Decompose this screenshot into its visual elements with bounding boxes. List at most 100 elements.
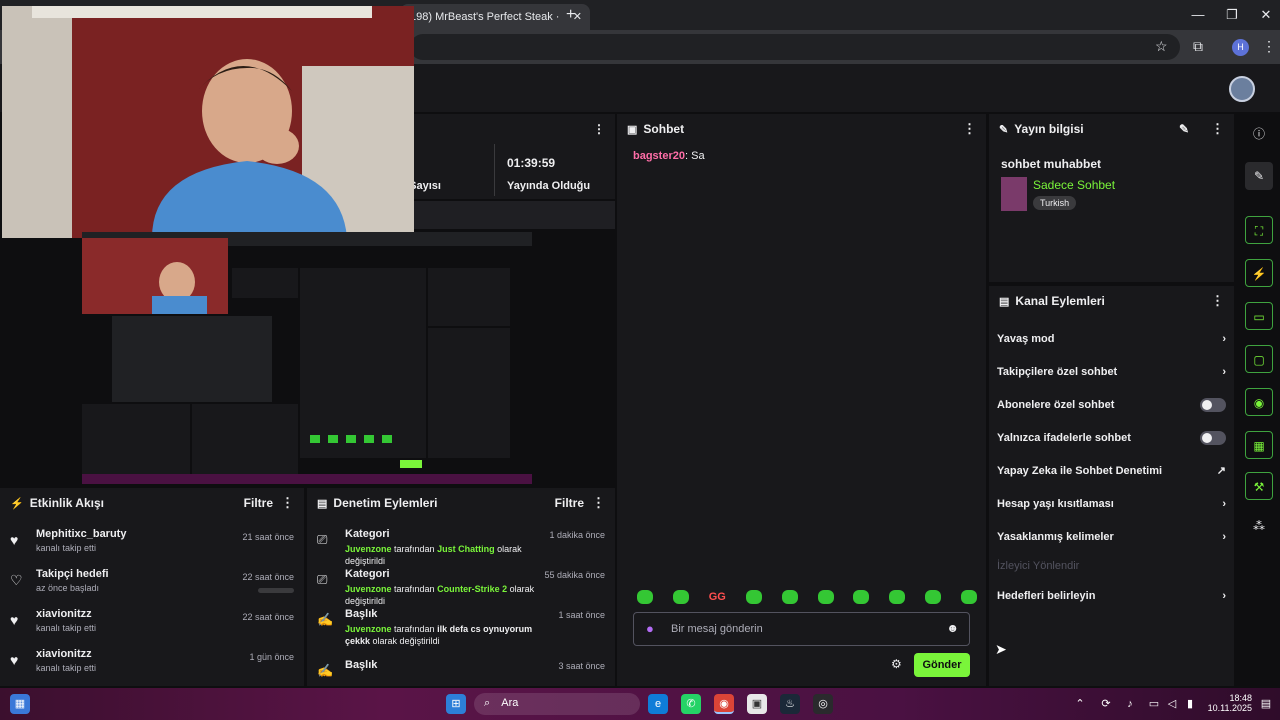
- browser-menu-icon[interactable]: ⋮: [1262, 38, 1276, 55]
- profile-avatar[interactable]: H: [1232, 39, 1249, 56]
- edit-pencil-icon[interactable]: ✎: [1179, 122, 1189, 136]
- action-subscribers-only[interactable]: Abonelere özel sohbet: [989, 388, 1234, 421]
- maximize-button[interactable]: ❐: [1222, 7, 1242, 23]
- mod-user[interactable]: Juvenzone: [345, 624, 392, 634]
- lightning-icon: ⚡: [10, 497, 24, 510]
- obs-icon[interactable]: ◎: [813, 694, 833, 714]
- mod-menu-icon[interactable]: ⋮: [584, 495, 605, 511]
- mod-header: ▤ Denetim Eylemleri Filtre ⋮: [307, 488, 615, 518]
- activity-time: 22 saat önce: [242, 572, 294, 582]
- mod-filter-button[interactable]: Filtre: [555, 496, 584, 510]
- heart-icon: ♥: [10, 612, 19, 628]
- emote-icon[interactable]: [817, 590, 834, 604]
- emote-icon[interactable]: [672, 590, 689, 604]
- action-account-age[interactable]: Hesap yaşı kısıtlaması ›: [989, 487, 1234, 520]
- action-raid: İzleyici Yönlendir: [989, 553, 1234, 579]
- stats-menu-icon[interactable]: ⋮: [593, 122, 605, 136]
- activity-filter-button[interactable]: Filtre: [244, 496, 273, 510]
- emote-icon[interactable]: [961, 590, 977, 604]
- mod-user[interactable]: Juvenzone: [345, 584, 392, 594]
- subscribers-only-toggle[interactable]: [1200, 397, 1226, 412]
- browser-tab[interactable]: 198) MrBeast's Perfect Steak · ✕: [400, 4, 590, 30]
- action-banned-words[interactable]: Yasaklanmış kelimeler ›: [989, 520, 1234, 553]
- activity-username[interactable]: xiavionitzz: [36, 648, 249, 660]
- uptime-value: 01:39:59: [507, 156, 556, 170]
- action-set-goals[interactable]: Hedefleri belirleyin ›: [989, 579, 1234, 612]
- activity-username[interactable]: Mephitixc_baruty: [36, 528, 242, 540]
- whatsapp-icon[interactable]: ✆: [681, 694, 701, 714]
- mod-user[interactable]: Juvenzone: [345, 544, 392, 554]
- broadcast-icon[interactable]: ◉: [1245, 388, 1273, 416]
- emote-icon[interactable]: [637, 590, 653, 604]
- edit-icon[interactable]: ✎: [1245, 162, 1273, 190]
- address-bar[interactable]: [410, 34, 1180, 60]
- emote-gg-icon[interactable]: GG: [709, 591, 726, 603]
- activity-menu-icon[interactable]: ⋮: [273, 495, 294, 511]
- clip-icon[interactable]: ⛶: [1245, 216, 1273, 244]
- emote-icon[interactable]: [853, 590, 870, 604]
- chrome-icon[interactable]: ◉: [714, 694, 734, 714]
- activity-item: ♥ Mephitixc_baruty kanalı takip etti 21 saa…: [0, 528, 304, 568]
- chat-menu-icon[interactable]: ⋮: [955, 121, 976, 137]
- user-avatar[interactable]: [1229, 76, 1255, 102]
- action-slow-mode[interactable]: Yavaş mod ›: [989, 322, 1234, 355]
- emote-bar: GG: [637, 590, 977, 604]
- mic-tray-icon[interactable]: ♪: [1120, 694, 1140, 714]
- battery-icon[interactable]: ▮: [1180, 694, 1200, 714]
- notifications-icon[interactable]: ▤: [1256, 694, 1276, 714]
- taskbar-search[interactable]: ⌕ Ara: [474, 693, 640, 715]
- emote-icon[interactable]: [889, 590, 906, 604]
- action-emote-only[interactable]: Yalnızca ifadelerle sohbet: [989, 421, 1234, 454]
- layout-icon[interactable]: ▦: [1245, 431, 1273, 459]
- action-label: Takipçilere özel sohbet: [997, 365, 1118, 378]
- lightning-icon[interactable]: ⚡: [1245, 259, 1273, 287]
- chat-input[interactable]: ● Bir mesaj gönderin ☻: [633, 612, 970, 646]
- mod-value: Just Chatting: [437, 544, 495, 554]
- category-name[interactable]: Sadece Sohbet: [1033, 178, 1115, 192]
- more-icon[interactable]: ⁂: [1245, 512, 1273, 540]
- action-label: İzleyici Yönlendir: [997, 560, 1080, 572]
- send-button[interactable]: Gönder: [914, 653, 970, 677]
- extensions-icon[interactable]: ⧉: [1193, 38, 1203, 55]
- chat-panel: ▣ Sohbet ⋮ bagster20: Sa GG ● Bir mesaj gö…: [617, 114, 986, 686]
- stream-info-menu-icon[interactable]: ⋮: [1203, 121, 1224, 137]
- tray-chevron-up-icon[interactable]: ⌃: [1070, 694, 1090, 714]
- minimize-button[interactable]: —: [1188, 7, 1208, 22]
- bookmark-star-icon[interactable]: ☆: [1155, 38, 1168, 55]
- sync-icon[interactable]: ⟳: [1096, 694, 1116, 714]
- volume-icon[interactable]: ◁: [1162, 694, 1182, 714]
- chat-settings-icon[interactable]: ⚙: [891, 657, 902, 671]
- store-icon[interactable]: ▣: [747, 694, 767, 714]
- start-windows-icon[interactable]: ⊞: [446, 694, 466, 714]
- emote-icon[interactable]: [745, 590, 762, 604]
- webcam-overlay: [2, 6, 414, 238]
- notes-icon[interactable]: ▭: [1245, 302, 1273, 330]
- clock[interactable]: 18:48 10.11.2025: [1206, 693, 1252, 713]
- mod-time: 1 saat önce: [558, 610, 605, 620]
- activity-username[interactable]: xiavionitzz: [36, 608, 242, 620]
- action-ai-moderation[interactable]: Yapay Zeka ile Sohbet Denetimi ↗: [989, 454, 1234, 487]
- wrench-icon[interactable]: ⚒: [1245, 472, 1273, 500]
- mod-item: ⎚ Kategori Juvenzone tarafından Just Chatt…: [307, 528, 615, 568]
- emote-icon[interactable]: [781, 590, 798, 604]
- steam-icon[interactable]: ♨: [780, 694, 800, 714]
- edge-icon[interactable]: e: [648, 694, 668, 714]
- activity-item: ♡ Takipçi hedefi az önce başladı 22 saat ön…: [0, 568, 304, 608]
- microphone-icon[interactable]: ●: [646, 621, 654, 636]
- activity-time: 22 saat önce: [242, 612, 294, 622]
- emote-icon[interactable]: [925, 590, 942, 604]
- chat-icon[interactable]: ▢: [1245, 345, 1273, 373]
- info-icon[interactable]: ⓘ: [1245, 120, 1273, 148]
- network-icon[interactable]: ▭: [1144, 694, 1164, 714]
- action-followers-only[interactable]: Takipçilere özel sohbet ›: [989, 355, 1234, 388]
- emote-only-toggle[interactable]: [1200, 430, 1226, 445]
- channel-actions-menu-icon[interactable]: ⋮: [1203, 293, 1224, 309]
- mod-item-title: Başlık: [345, 659, 378, 671]
- action-label: Yavaş mod: [997, 332, 1055, 345]
- new-tab-button[interactable]: +: [566, 6, 575, 24]
- widgets-icon[interactable]: ▦: [10, 694, 30, 714]
- emoji-picker-icon[interactable]: ☻: [946, 621, 959, 635]
- close-window-button[interactable]: ✕: [1256, 7, 1276, 23]
- chat-username[interactable]: bagster20: [633, 150, 685, 162]
- activity-feed-panel: ⚡ Etkinlik Akışı Filtre ⋮ ♥ Mephitixc_baruty…: [0, 488, 304, 686]
